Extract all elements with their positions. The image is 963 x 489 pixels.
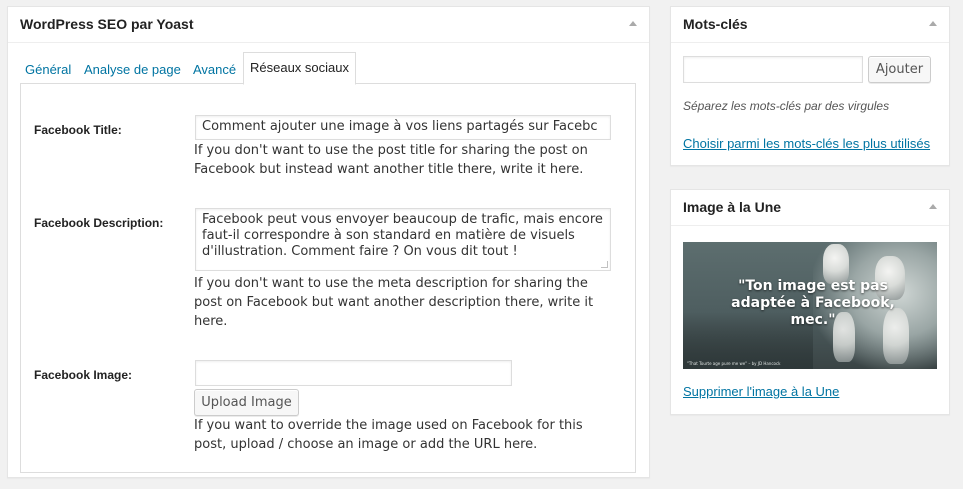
facebook-description-help: If you don't want to use the meta descri…	[194, 276, 594, 329]
featured-image-metabox: Image à la Une "Ton image est pas adapté…	[670, 189, 950, 415]
facebook-description-value: Facebook peut vous envoyer beaucoup de t…	[202, 212, 603, 259]
featured-image-credit: "That Tourte age pure me we" – by JD Han…	[687, 361, 781, 366]
tags-note: Séparez les mots-clés par des virgules	[683, 99, 890, 113]
facebook-image-label: Facebook Image:	[34, 368, 133, 382]
facebook-image-help: If you want to override the image used o…	[194, 418, 583, 452]
featured-image-metabox-header[interactable]: Image à la Une	[671, 190, 949, 226]
facebook-description-label: Facebook Description:	[34, 216, 164, 230]
seo-metabox-header[interactable]: WordPress SEO par Yoast	[8, 7, 649, 43]
tab-social[interactable]: Réseaux sociaux	[243, 52, 356, 85]
facebook-title-label: Facebook Title:	[34, 123, 122, 137]
tab-general[interactable]: Général	[25, 51, 71, 84]
remove-featured-image-link[interactable]: Supprimer l'image à la Une	[683, 384, 839, 399]
tags-metabox-title: Mots-clés	[683, 16, 748, 32]
seo-metabox-title: WordPress SEO par Yoast	[20, 16, 194, 32]
seo-metabox: WordPress SEO par Yoast Général Analyse …	[7, 6, 650, 478]
facebook-description-textarea[interactable]: Facebook peut vous envoyer beaucoup de t…	[195, 208, 611, 271]
tab-advanced[interactable]: Avancé	[193, 51, 236, 84]
collapse-triangle-icon[interactable]	[929, 204, 937, 209]
facebook-title-input[interactable]: Comment ajouter une image à vos liens pa…	[195, 115, 611, 140]
tags-metabox: Mots-clés Ajouter Séparez les mots-clés …	[670, 6, 950, 166]
resize-grip-icon[interactable]	[601, 261, 608, 268]
featured-image-caption: "Ton image est pas adaptée à Facebook, m…	[731, 278, 895, 328]
facebook-title-help: If you don't want to use the post title …	[194, 143, 588, 177]
featured-image[interactable]: "Ton image est pas adaptée à Facebook, m…	[683, 242, 937, 369]
social-panel: Facebook Title: Comment ajouter une imag…	[20, 83, 636, 473]
tags-metabox-header[interactable]: Mots-clés	[671, 7, 949, 43]
featured-image-metabox-title: Image à la Une	[683, 199, 782, 215]
choose-tags-link[interactable]: Choisir parmi les mots-clés les plus uti…	[683, 136, 930, 151]
add-tag-button[interactable]: Ajouter	[868, 56, 931, 83]
collapse-triangle-icon[interactable]	[929, 21, 937, 26]
new-tag-input[interactable]	[683, 56, 863, 83]
collapse-triangle-icon[interactable]	[629, 21, 637, 26]
facebook-image-input[interactable]	[195, 360, 512, 386]
tab-page-analysis[interactable]: Analyse de page	[84, 51, 181, 84]
upload-image-button[interactable]: Upload Image	[194, 389, 299, 416]
